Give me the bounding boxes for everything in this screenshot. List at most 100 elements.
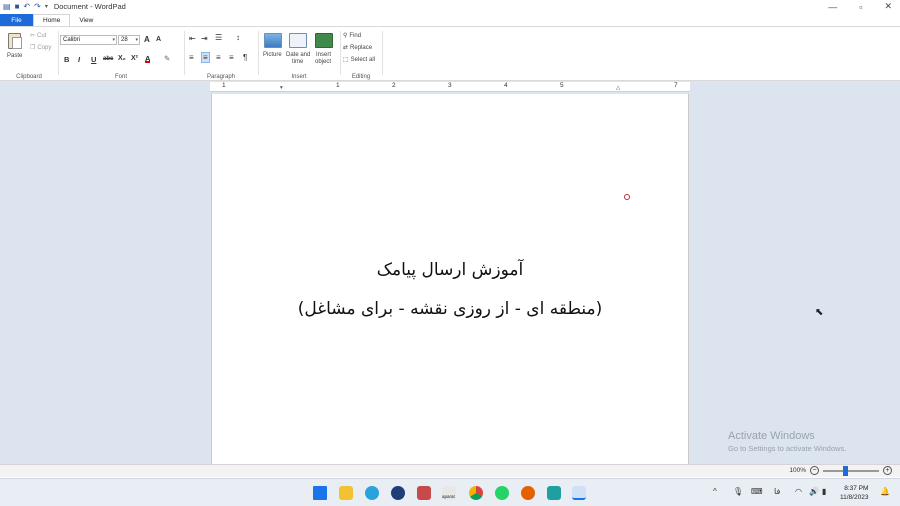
subscript-button[interactable]: X₂ — [118, 55, 126, 62]
wordpad-app-icon[interactable]: ▤ — [3, 2, 11, 11]
whatsapp-icon[interactable] — [495, 486, 509, 500]
insert-group: Picture Date and time Insert object Inse… — [259, 29, 339, 81]
editing-group: ⚲ Find ⇄ Replace ⬚ Select all Editing — [341, 29, 381, 81]
increase-indent-icon[interactable]: ⇥ — [201, 34, 208, 43]
tab-file[interactable]: File — [0, 14, 33, 26]
paste-icon[interactable] — [8, 33, 22, 49]
customize-chevron-icon[interactable]: ▾ — [45, 4, 48, 10]
redo-icon[interactable]: ↷ — [34, 2, 41, 11]
superscript-button[interactable]: X² — [131, 55, 138, 62]
save-icon[interactable]: ■ — [15, 2, 20, 11]
find-label: Find — [349, 32, 362, 39]
telegram-icon[interactable] — [365, 486, 379, 500]
replace-button[interactable]: ⇄ Replace — [343, 44, 372, 52]
document-line-subtitle: (منطقه ای - از روزی نقشه - برای مشاغل) — [297, 299, 603, 319]
tab-home[interactable]: Home — [33, 14, 71, 26]
app-icon[interactable] — [547, 486, 561, 500]
italic-button[interactable]: I — [78, 55, 80, 64]
zoom-slider-thumb[interactable] — [843, 465, 848, 476]
clipboard-group-label: Clipboard — [16, 74, 42, 80]
paste-button[interactable]: Paste — [7, 53, 22, 59]
bold-button[interactable]: B — [64, 55, 69, 64]
picture-button[interactable]: Picture — [263, 52, 282, 58]
start-windows-icon[interactable] — [313, 486, 327, 500]
cut-button[interactable]: ✂ Cut — [30, 32, 46, 40]
wifi-icon[interactable]: ◠ — [795, 487, 802, 496]
insert-group-label: Insert — [291, 74, 307, 80]
app-icon[interactable] — [417, 486, 431, 500]
undo-icon[interactable]: ↶ — [23, 2, 30, 11]
binoculars-icon: ⚲ — [343, 33, 348, 39]
align-left-icon[interactable]: ≡ — [189, 53, 194, 62]
zoom-slider[interactable] — [823, 465, 879, 476]
divider — [382, 31, 383, 75]
editing-group-label: Editing — [351, 74, 371, 80]
line-spacing-icon[interactable]: ↕ — [236, 33, 240, 42]
mouse-pointer-icon: ⬉ — [815, 307, 824, 318]
microphone-icon[interactable]: 🎙 — [733, 487, 743, 496]
app-icon[interactable] — [391, 486, 405, 500]
text-color-icon[interactable]: A — [145, 54, 151, 63]
quick-access-toolbar: ▤ ■ ↶ ↷ ▾ — [0, 2, 48, 11]
ruler[interactable]: 1 ▾ 1 2 3 4 5 △ 7 — [210, 82, 690, 92]
notification-bell-icon[interactable]: 🔔 — [880, 487, 890, 496]
ruler-number: 1 — [222, 82, 226, 89]
datetime-button-line1[interactable]: Date and — [286, 52, 310, 58]
highlight-icon[interactable]: ✎ — [164, 54, 170, 63]
grow-font-button[interactable]: A — [144, 35, 150, 44]
ruler-marker[interactable]: ▾ — [280, 85, 283, 91]
zoom-in-button[interactable]: + — [883, 466, 892, 475]
status-bar: 100% − + — [0, 464, 900, 477]
keyboard-icon[interactable]: ⌨ — [751, 487, 763, 496]
cursor-highlight-icon — [624, 194, 630, 200]
chevron-down-icon: ▾ — [135, 37, 138, 43]
battery-icon[interactable]: ▮ — [822, 487, 826, 496]
minimize-button[interactable]: — — [828, 2, 837, 12]
datetime-button-line2[interactable]: time — [292, 59, 303, 65]
strikethrough-button[interactable]: abc — [103, 56, 113, 62]
font-size-select[interactable]: 28 ▾ — [118, 35, 140, 45]
volume-icon[interactable]: 🔊 — [809, 487, 819, 496]
copy-label: Copy — [37, 44, 52, 51]
insert-object-line2[interactable]: object — [315, 59, 331, 65]
select-all-label: Select all — [350, 56, 376, 63]
align-right-icon[interactable]: ≡ — [216, 53, 221, 62]
close-button[interactable]: ✕ — [884, 1, 892, 12]
bullet-list-icon[interactable]: ☰ — [215, 33, 222, 42]
decrease-indent-icon[interactable]: ⇤ — [189, 34, 196, 43]
zoom-out-button[interactable]: − — [810, 466, 819, 475]
picture-icon[interactable] — [264, 33, 282, 48]
insert-object-line1[interactable]: Insert — [316, 52, 331, 58]
tab-view[interactable]: View — [70, 14, 102, 26]
right-indent-marker[interactable]: △ — [616, 85, 620, 91]
font-group-label: Font — [114, 74, 127, 80]
title-bar: ▤ ■ ↶ ↷ ▾ Document - WordPad — ▫ ✕ — [0, 0, 900, 13]
window-controls: — ▫ ✕ — [828, 0, 892, 13]
watermark-subtitle: Go to Settings to activate Windows. — [728, 444, 847, 453]
file-explorer-icon[interactable] — [339, 486, 353, 500]
language-indicator[interactable]: فا — [774, 487, 780, 496]
clock[interactable]: 8:37 PM 11/8/2023 — [840, 484, 868, 502]
aparat-icon[interactable]: aparat — [442, 486, 456, 500]
window-title: Document - WordPad — [53, 2, 126, 11]
shrink-font-button[interactable]: A — [156, 36, 161, 43]
insert-object-icon[interactable] — [315, 33, 333, 48]
restore-button[interactable]: ▫ — [859, 2, 862, 12]
firefox-icon[interactable] — [521, 486, 535, 500]
font-family-select[interactable]: Calibri ▾ — [60, 35, 117, 45]
wordpad-taskbar-icon[interactable] — [572, 486, 586, 500]
ruler-number: 2 — [392, 82, 396, 89]
document-page[interactable]: آموزش ارسال پیامک (منطقه ای - از روزی نق… — [211, 94, 689, 464]
paragraph-settings-icon[interactable]: ¶ — [243, 53, 247, 62]
calendar-icon[interactable] — [289, 33, 307, 48]
select-all-button[interactable]: ⬚ Select all — [343, 56, 376, 64]
underline-button[interactable]: U — [91, 55, 96, 64]
align-center-icon[interactable]: ≡ — [201, 52, 210, 63]
copy-button[interactable]: ❐ Copy — [30, 44, 52, 52]
chevron-up-icon[interactable]: ^ — [713, 487, 717, 496]
paragraph-group-label: Paragraph — [206, 74, 236, 80]
copy-icon: ❐ — [30, 45, 36, 51]
chrome-icon[interactable] — [469, 486, 483, 500]
justify-icon[interactable]: ≡ — [229, 53, 234, 62]
find-button[interactable]: ⚲ Find — [343, 32, 362, 40]
